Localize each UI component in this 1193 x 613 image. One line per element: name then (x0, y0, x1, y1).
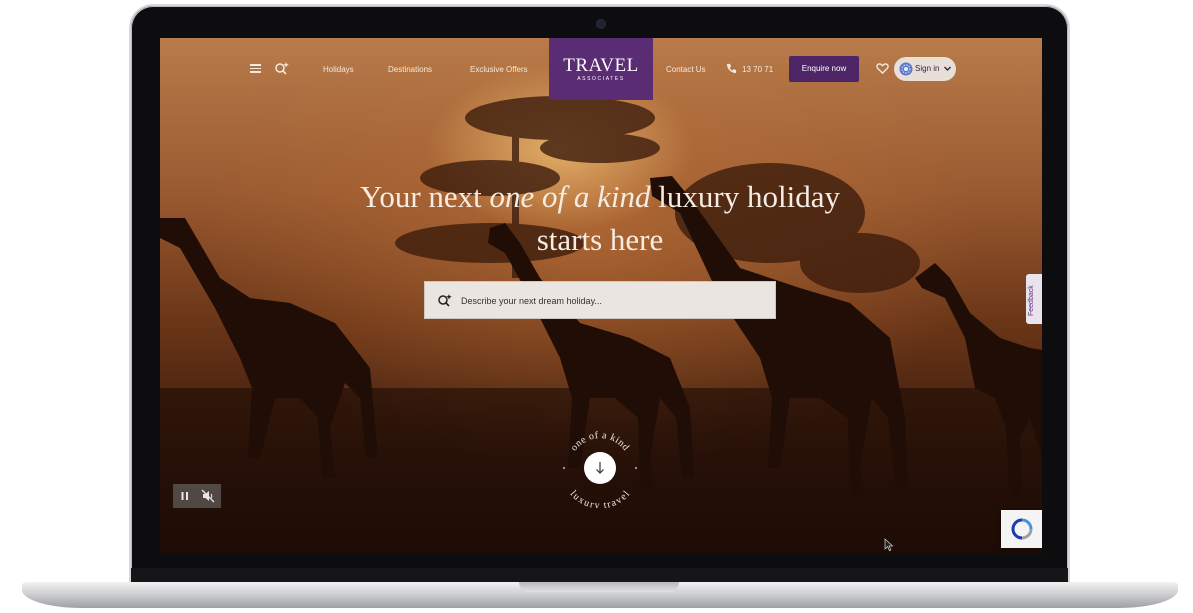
speaker-muted-icon[interactable] (201, 489, 215, 503)
logo-wordmark: TRAVEL (563, 55, 639, 76)
website-screen: Holidays Destinations Exclusive Offers T… (160, 38, 1042, 554)
pause-icon[interactable] (179, 490, 191, 502)
webcam (597, 20, 605, 28)
badge-bottom-text: luxury travel (568, 489, 632, 508)
headline-emphasis: one of a kind (489, 179, 651, 214)
user-avatar-icon (899, 62, 913, 76)
laptop-notch (519, 582, 679, 592)
video-controls (173, 484, 221, 508)
feedback-label: Feedback (1028, 285, 1035, 316)
sparkle-search-icon[interactable] (274, 60, 290, 76)
phone-number-link[interactable]: 13 70 71 (742, 65, 773, 74)
phone-icon[interactable] (726, 63, 737, 74)
svg-text:one of a kind: one of a kind (569, 430, 632, 453)
arrow-down-icon (596, 462, 604, 474)
svg-text:luxury travel: luxury travel (568, 489, 633, 508)
dream-holiday-input[interactable] (459, 290, 763, 312)
hamburger-menu-icon[interactable] (250, 64, 261, 73)
nav-exclusive-offers-link[interactable]: Exclusive Offers (470, 65, 528, 74)
recaptcha-badge[interactable] (1001, 510, 1042, 548)
sparkle-search-icon (438, 294, 452, 307)
badge-top-text: one of a kind (569, 430, 631, 453)
sign-in-label: Sign in (915, 64, 940, 73)
heart-icon[interactable] (876, 62, 889, 75)
headline-line-2: starts here (536, 222, 664, 257)
nav-destinations-link[interactable]: Destinations (388, 65, 432, 74)
top-navigation: Holidays Destinations Exclusive Offers T… (160, 38, 1042, 100)
sign-in-dropdown[interactable]: Sign in (894, 57, 956, 81)
enquire-now-button[interactable]: Enquire now (789, 56, 859, 82)
travel-associates-logo[interactable]: TRAVEL ASSOCIATES (549, 38, 653, 100)
headline-part-1: Your next (360, 179, 490, 214)
scroll-down-button[interactable] (584, 452, 616, 484)
feedback-tab[interactable]: Feedback (1026, 274, 1042, 324)
dream-holiday-search-box[interactable] (424, 281, 776, 319)
recaptcha-icon (1011, 518, 1033, 540)
hero-headline: Your next one of a kind luxury holiday s… (300, 175, 900, 261)
chevron-down-icon (944, 66, 951, 71)
nav-contact-us-link[interactable]: Contact Us (666, 65, 706, 74)
headline-part-2: luxury holiday (650, 179, 840, 214)
mouse-cursor-icon (884, 538, 894, 552)
nav-holidays-link[interactable]: Holidays (323, 65, 354, 74)
headline-line-1: Your next one of a kind luxury holiday (300, 175, 900, 218)
